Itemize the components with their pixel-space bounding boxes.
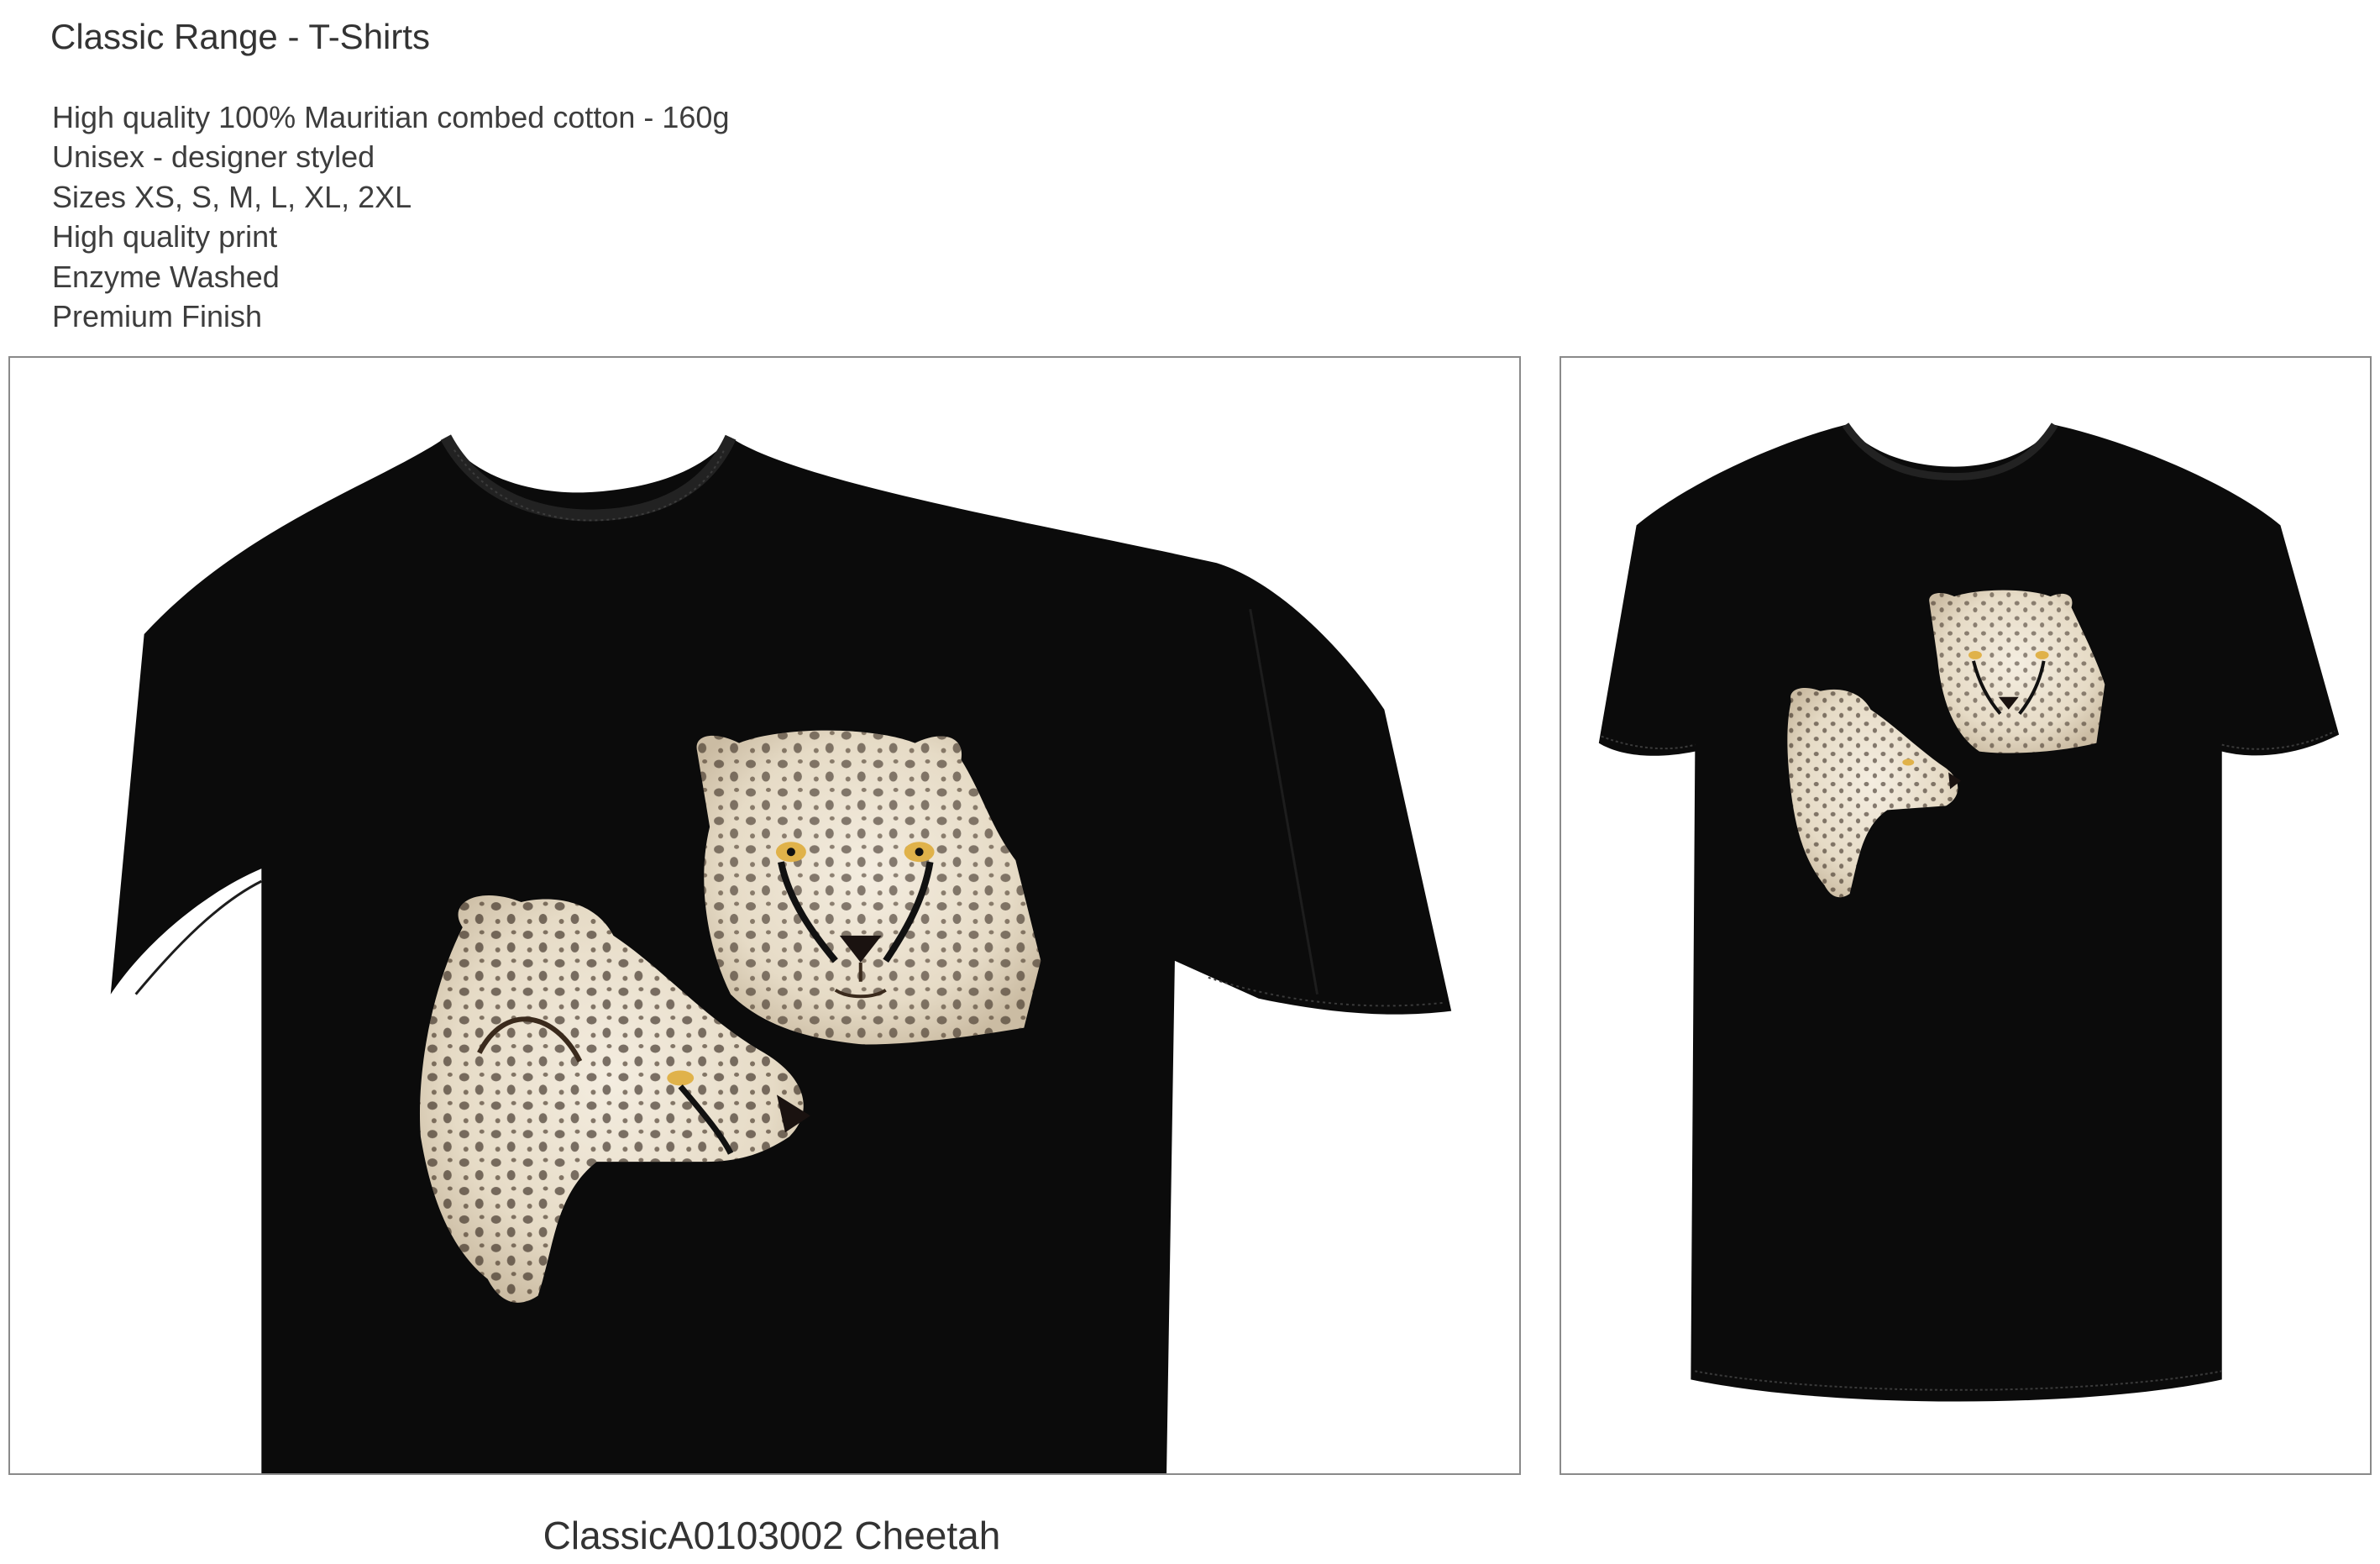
product-caption: ClassicA0103002 Cheetah: [543, 1514, 1001, 1557]
feature-item-sizes: Sizes XS, S, M, L, XL, 2XL: [52, 179, 412, 214]
full-shirt-illustration: [1598, 422, 2340, 1402]
feature-list: High quality 100% Mauritian combed cotto…: [52, 97, 729, 336]
feature-item-print: High quality print: [52, 219, 278, 255]
closeup-shirt-illustration: [110, 434, 1452, 1473]
feature-item-style: Unisex - designer styled: [52, 139, 375, 175]
page-title: Classic Range - T-Shirts: [50, 17, 431, 56]
feature-item-finish: Premium Finish: [52, 299, 263, 334]
feature-item-wash: Enzyme Washed: [52, 259, 280, 294]
feature-item-fabric: High quality 100% Mauritian combed cotto…: [52, 100, 730, 134]
shirt-body: [1598, 424, 2340, 1402]
full-shirt-image: [1560, 356, 2372, 1475]
closeup-shirt-image: [8, 356, 1521, 1475]
